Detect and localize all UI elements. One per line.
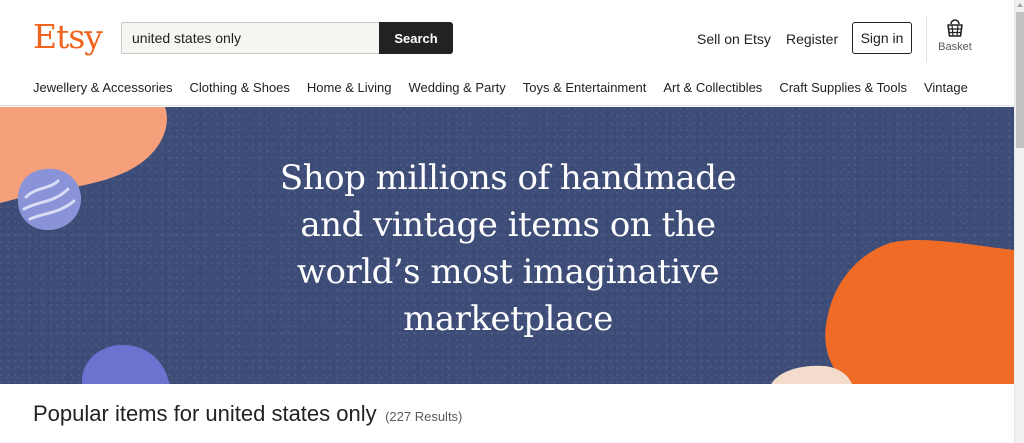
sign-in-button[interactable]: Sign in [852,22,912,54]
basket-label: Basket [938,41,972,53]
hero-banner: Shop millions of handmade and vintage it… [0,107,1014,384]
sell-on-etsy-link[interactable]: Sell on Etsy [697,30,771,48]
category-toys[interactable]: Toys & Entertainment [523,79,647,96]
category-clothing[interactable]: Clothing & Shoes [189,79,289,96]
hero-line: world’s most imaginative [296,252,720,292]
basket-icon [947,19,963,37]
lavender-swirl-shape [17,168,82,231]
header-divider [926,16,927,62]
blue-blob-shape [82,344,170,384]
hero-line: Shop millions of handmade [279,158,737,198]
cream-shape [771,365,852,384]
category-jewellery[interactable]: Jewellery & Accessories [33,79,172,96]
results-heading: Popular items for united states only (22… [33,401,462,427]
hero-line: and vintage items on the [300,205,716,245]
search-button[interactable]: Search [379,22,453,54]
search-bar: Search [121,22,453,54]
site-header: Etsy Search Sell on Etsy Register Sign i… [0,0,1014,106]
etsy-logo[interactable]: Etsy [33,17,103,57]
category-craft-supplies[interactable]: Craft Supplies & Tools [779,79,907,96]
scroll-up-arrow-icon[interactable] [1017,3,1023,7]
search-input[interactable] [121,22,379,54]
category-home-living[interactable]: Home & Living [307,79,392,96]
category-art[interactable]: Art & Collectibles [663,79,762,96]
scroll-thumb[interactable] [1016,12,1024,148]
vertical-scrollbar[interactable] [1014,0,1024,443]
page: Etsy Search Sell on Etsy Register Sign i… [0,0,1014,443]
results-count: (227 Results) [385,409,463,424]
basket-button[interactable]: Basket [934,18,976,64]
category-nav: Jewellery & Accessories Clothing & Shoes… [33,79,985,96]
register-link[interactable]: Register [786,30,838,48]
hero-line: marketplace [403,299,613,339]
category-vintage[interactable]: Vintage [924,79,968,96]
results-title: Popular items for united states only [33,401,377,426]
hero-headline: Shop millions of handmade and vintage it… [258,155,758,343]
category-wedding-party[interactable]: Wedding & Party [408,79,505,96]
